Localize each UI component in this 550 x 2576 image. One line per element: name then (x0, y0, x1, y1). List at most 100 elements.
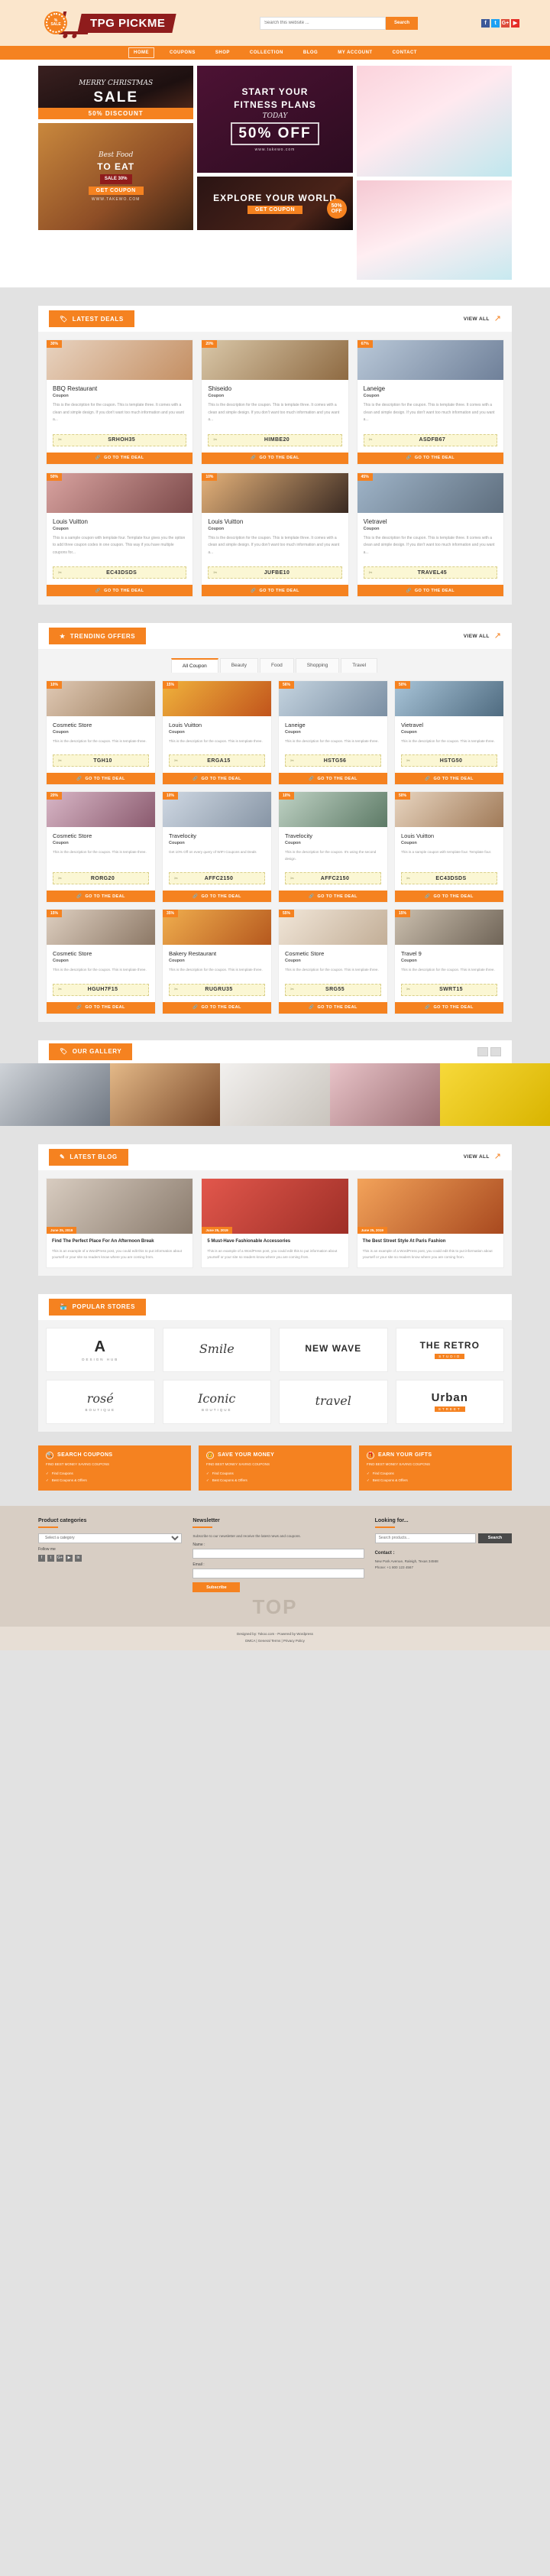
offer-card-cta[interactable]: 🔗 GO TO THE DEAL (47, 773, 155, 785)
offer-card[interactable]: 55% Cosmetic Store Coupon This is the de… (278, 909, 388, 1014)
store-card[interactable]: Urban STREET (395, 1379, 504, 1424)
store-card[interactable]: Smile (162, 1327, 271, 1372)
copyright-line-2[interactable]: DMCA | General Terms | Privacy Policy (0, 1638, 550, 1644)
store-card[interactable]: travel (279, 1379, 388, 1424)
offer-card-code[interactable]: ✂ EC43DSDS (401, 872, 497, 885)
footer-search-button[interactable]: Search (477, 1533, 512, 1543)
deal-card-code[interactable]: ✂ JUFBE10 (208, 566, 342, 579)
newsletter-email-input[interactable] (192, 1569, 364, 1579)
deal-card[interactable]: 10% Louis Vuitton Coupon This is the des… (201, 472, 349, 597)
offer-card[interactable]: 20% Cosmetic Store Coupon This is the de… (46, 791, 156, 904)
tab-all-coupon[interactable]: All Coupon (170, 658, 218, 673)
offer-card[interactable]: 10% Cosmetic Store Coupon This is the de… (46, 680, 156, 786)
offer-card-cta[interactable]: 🔗 GO TO THE DEAL (279, 891, 387, 903)
deal-card-code[interactable]: ✂ HIMBE20 (208, 433, 342, 446)
gallery-item-yellow-flatlay[interactable] (440, 1063, 550, 1126)
deal-card-code[interactable]: ✂ ASDFB67 (363, 433, 497, 446)
nav-item-home[interactable]: HOME (128, 47, 155, 58)
gallery-pager[interactable] (477, 1046, 501, 1056)
newsletter-name-input[interactable] (192, 1549, 364, 1559)
offer-card[interactable]: 35% Bakery Restaurant Coupon This is the… (162, 909, 272, 1014)
blog-post-card[interactable]: June 25, 2019 Find The Perfect Place For… (46, 1177, 194, 1268)
gallery-item-desk-tablet[interactable] (220, 1063, 330, 1126)
offer-card-cta[interactable]: 🔗 GO TO THE DEAL (163, 1001, 271, 1014)
blog-view-all[interactable]: VIEW ALL ↗ (464, 1153, 501, 1161)
deal-card[interactable]: 30% BBQ Restaurant Coupon This is the de… (46, 339, 194, 465)
offer-card-code[interactable]: ✂ SWRT15 (401, 983, 497, 996)
banner-christmas-sale[interactable]: MERRY CHRISTMAS SALE 50% DISCOUNT (38, 66, 194, 119)
offer-card-code[interactable]: ✂ AFFC2150 (169, 872, 265, 885)
banner-explore-world[interactable]: EXPLORE YOUR WORLD GET COUPON 50% OFF (197, 177, 353, 230)
store-card[interactable]: THE RETRO STUDIO (395, 1327, 504, 1372)
tab-beauty[interactable]: Beauty (219, 658, 258, 673)
offer-card[interactable]: 15% Travel 9 Coupon This is the descript… (394, 909, 504, 1014)
offer-card[interactable]: 10% Travelocity Coupon Get 10% Off on ev… (162, 791, 272, 904)
store-card[interactable]: NEW WAVE (279, 1327, 388, 1372)
offer-card-cta[interactable]: 🔗 GO TO THE DEAL (395, 891, 503, 903)
nav-item-blog[interactable]: BLOG (299, 48, 322, 57)
gallery-item-food-table[interactable] (110, 1063, 220, 1126)
banner-accessories-pastel[interactable] (356, 66, 512, 177)
feature-card[interactable]: 🎁 EARN YOUR GIFTS FIND BEST MONEY SAVING… (359, 1445, 512, 1491)
nav-item-collection[interactable]: COLLECTION (245, 48, 288, 57)
offer-card-cta[interactable]: 🔗 GO TO THE DEAL (395, 1001, 503, 1014)
deal-card-cta[interactable]: 🔗 GO TO THE DEAL (202, 452, 348, 464)
linkedin-icon[interactable]: in (75, 1554, 82, 1562)
offer-card-code[interactable]: ✂ RUGRU35 (169, 983, 265, 996)
offer-card[interactable]: 50% Louis Vuitton Coupon This is a sampl… (394, 791, 504, 904)
facebook-icon[interactable]: f (38, 1554, 45, 1562)
tab-food[interactable]: Food (259, 658, 294, 673)
offer-card-code[interactable]: ✂ TGH10 (53, 754, 149, 767)
search-input[interactable] (260, 16, 386, 30)
offer-card-code[interactable]: ✂ ERGA15 (169, 754, 265, 767)
banner-best-food[interactable]: Best Food TO EAT SALE 30% GET COUPON WWW… (38, 123, 194, 230)
feature-card[interactable]: 🔍 SEARCH COUPONS FIND BEST MONEY SAVING … (38, 1445, 191, 1491)
blog-post-card[interactable]: June 25, 2019 5 Must-Have Fashionable Ac… (201, 1177, 349, 1268)
youtube-icon[interactable]: ▶ (66, 1554, 73, 1562)
deal-card[interactable]: 45% Vietravel Coupon This is the descrip… (356, 472, 504, 597)
newsletter-subscribe-button[interactable]: Subscribe (192, 1582, 241, 1593)
latest-deals-view-all[interactable]: VIEW ALL ↗ (464, 314, 501, 323)
offer-card-code[interactable]: ✂ RORG20 (53, 872, 149, 885)
offer-card-cta[interactable]: 🔗 GO TO THE DEAL (163, 773, 271, 785)
offer-card-code[interactable]: ✂ HSTG50 (401, 754, 497, 767)
deal-card-cta[interactable]: 🔗 GO TO THE DEAL (357, 452, 503, 464)
deal-card[interactable]: 67% Laneige Coupon This is the descripti… (356, 339, 504, 465)
nav-item-my-account[interactable]: MY ACCOUNT (333, 48, 377, 57)
youtube-icon[interactable]: ▶ (511, 18, 519, 28)
gallery-prev-button[interactable] (477, 1046, 488, 1056)
banner-beach-pastel[interactable] (356, 180, 512, 280)
nav-item-contact[interactable]: CONTACT (388, 48, 422, 57)
banner-food-cta[interactable]: GET COUPON (88, 187, 144, 196)
blog-post-card[interactable]: June 25, 2019 The Best Street Style At P… (356, 1177, 504, 1268)
offer-card-code[interactable]: ✂ SRG55 (285, 983, 381, 996)
footer-search-input[interactable] (374, 1533, 476, 1543)
store-card[interactable]: Iconic BOUTIQUE (162, 1379, 271, 1424)
deal-card-code[interactable]: ✂ TRAVEL45 (363, 566, 497, 579)
deal-card[interactable]: 20% Shiseido Coupon This is the descript… (201, 339, 349, 465)
category-select[interactable]: Select a category (38, 1533, 183, 1543)
offer-card-cta[interactable]: 🔗 GO TO THE DEAL (395, 773, 503, 785)
offer-card-cta[interactable]: 🔗 GO TO THE DEAL (279, 1001, 387, 1014)
deal-card-cta[interactable]: 🔗 GO TO THE DEAL (357, 585, 503, 596)
google-plus-icon[interactable]: G+ (501, 18, 510, 28)
gallery-next-button[interactable] (490, 1046, 501, 1056)
offer-card[interactable]: 56% Laneige Coupon This is the descripti… (278, 680, 388, 786)
facebook-icon[interactable]: f (481, 18, 490, 28)
nav-item-coupons[interactable]: COUPONS (165, 48, 200, 57)
deal-card-cta[interactable]: 🔗 GO TO THE DEAL (202, 585, 348, 596)
search-button[interactable]: Search (386, 16, 418, 30)
offer-card-code[interactable]: ✂ AFFC2150 (285, 872, 381, 885)
deal-card-cta[interactable]: 🔗 GO TO THE DEAL (47, 452, 193, 464)
header-search[interactable]: Search (260, 16, 418, 30)
offer-card[interactable]: 50% Vietravel Coupon This is the descrip… (394, 680, 504, 786)
twitter-icon[interactable]: t (47, 1554, 54, 1562)
deal-card-code[interactable]: ✂ EC43DSDS (53, 566, 187, 579)
feature-card[interactable]: 💰 SAVE YOUR MONEY FIND BEST MONEY SAVING… (199, 1445, 351, 1491)
deal-card-code[interactable]: ✂ SRHOH35 (53, 433, 187, 446)
nav-item-shop[interactable]: SHOP (211, 48, 235, 57)
trending-offers-view-all[interactable]: VIEW ALL ↗ (464, 631, 501, 641)
google-plus-icon[interactable]: G+ (57, 1554, 63, 1562)
gallery-item-cosmetics[interactable] (330, 1063, 440, 1126)
deal-card[interactable]: 50% Louis Vuitton Coupon This is a sampl… (46, 472, 194, 597)
